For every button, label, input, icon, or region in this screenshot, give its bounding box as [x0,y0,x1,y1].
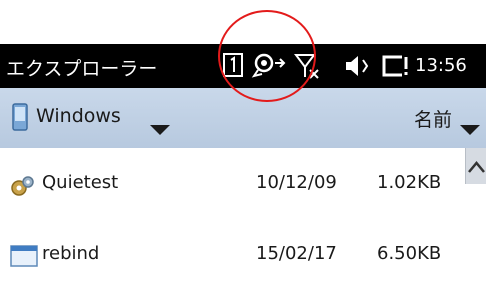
chevron-down-icon [460,120,480,139]
sim-icon[interactable] [222,52,244,80]
title-bar: エクスプローラー 13:56 [0,44,486,88]
clock[interactable]: 13:56 [415,55,467,76]
folder-label: Windows [36,105,121,127]
file-size: 1.02KB [377,172,442,193]
chevron-down-icon [150,120,170,139]
chevron-up-icon [468,158,485,177]
volume-icon[interactable] [344,52,372,80]
config-file-icon [10,173,36,203]
file-size: 6.50KB [377,243,442,264]
list-item[interactable]: rebind 15/02/17 6.50KB [0,230,465,286]
scroll-up-button[interactable] [465,148,486,184]
device-icon [12,103,28,135]
battery-icon[interactable] [380,52,410,80]
sort-label: 名前 [414,109,453,131]
file-name: rebind [42,243,100,264]
app-title: エクスプローラー [6,58,158,80]
file-date: 15/02/17 [256,243,337,264]
sort-dropdown[interactable]: 名前 [404,88,486,148]
file-name: Quietest [42,172,119,193]
no-signal-icon[interactable] [294,52,322,80]
file-icon [10,244,38,272]
file-date: 10/12/09 [256,172,337,193]
activesync-icon[interactable] [250,52,286,80]
list-item[interactable]: Quietest 10/12/09 1.02KB [0,159,465,215]
header-bar: Windows 名前 [0,88,486,148]
folder-dropdown[interactable]: Windows [0,88,200,148]
